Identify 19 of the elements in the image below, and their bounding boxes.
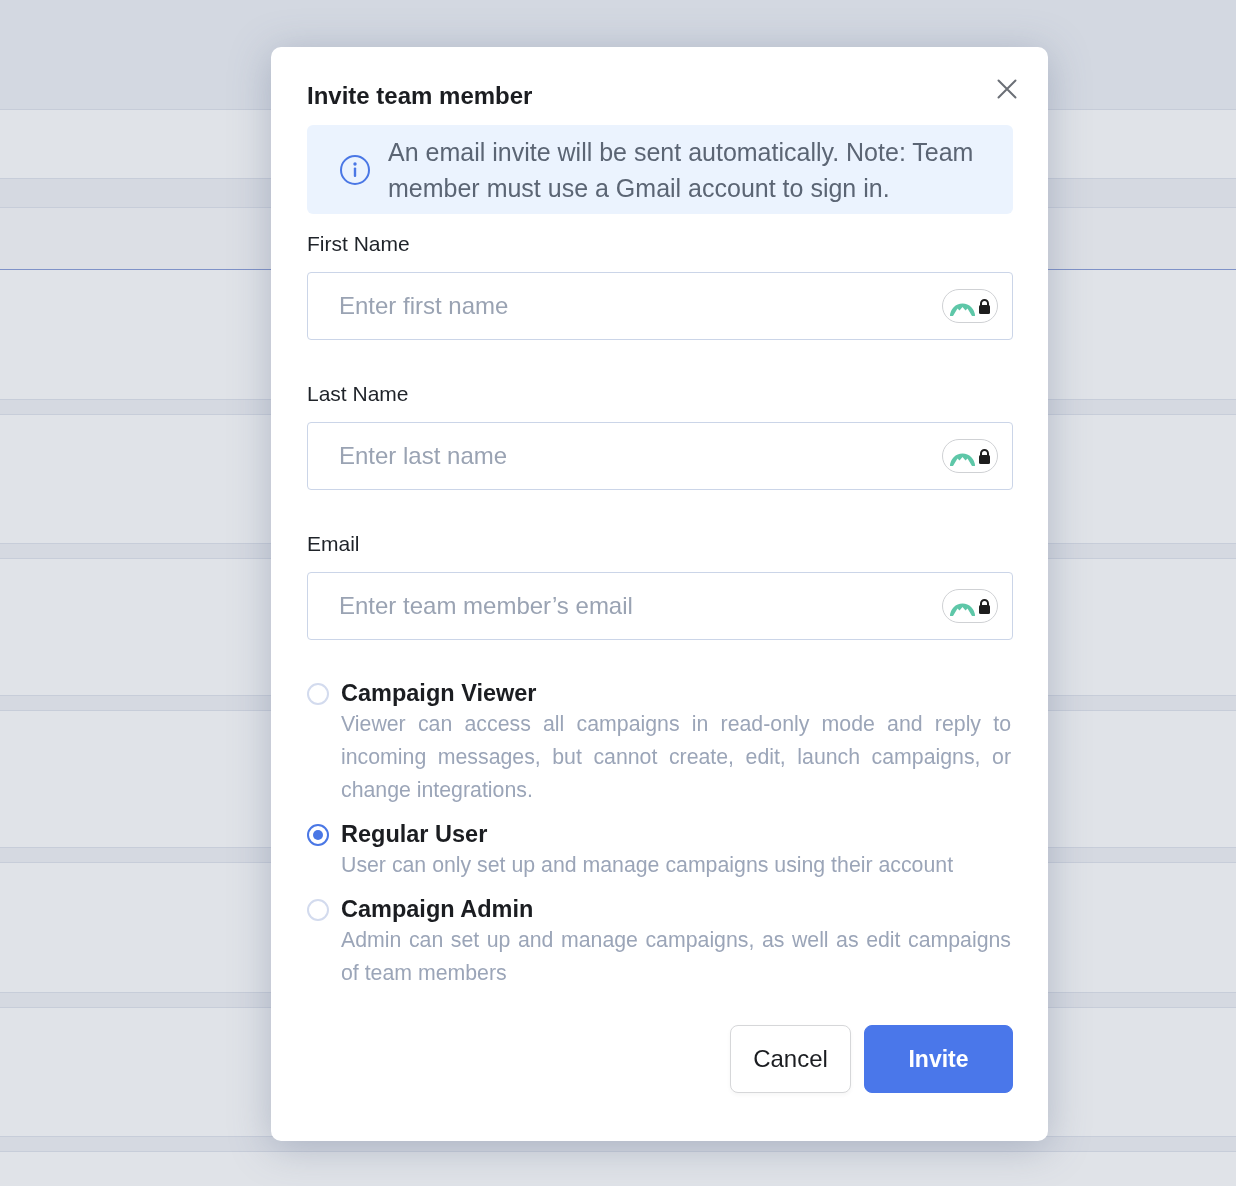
field-label: Email xyxy=(307,532,361,556)
invite-button[interactable]: Invite xyxy=(864,1025,1013,1093)
input-field[interactable]: Enter last name xyxy=(307,422,1013,490)
role-description: User can only set up and manage campaigns using their account xyxy=(341,852,955,879)
field-label: Last Name xyxy=(307,382,410,406)
cancel-button[interactable]: Cancel xyxy=(730,1025,851,1093)
input-field[interactable]: Enter team member’s email xyxy=(307,572,1013,640)
role-description: Admin can set up and manage campaigns, as well as edit campaigns of team members xyxy=(341,927,1011,987)
radio-button[interactable] xyxy=(307,824,329,846)
notice-text: An email invite will be sent automatically. Note: Team member must use a Gmail account to sign in. xyxy=(388,137,975,204)
info-icon xyxy=(340,155,370,185)
input-field[interactable]: Enter first name xyxy=(307,272,1013,340)
role-title: Campaign Admin xyxy=(341,895,535,924)
field-label: First Name xyxy=(307,232,411,256)
close-icon[interactable] xyxy=(997,79,1017,99)
role-title: Campaign Viewer xyxy=(341,679,538,708)
dialog-title: Invite team member xyxy=(307,83,533,109)
role-description: Viewer can access all campaigns in read-only mode and reply to incoming messages, but cannot create, edit, launch campaigns, or change integrations. xyxy=(341,711,1011,804)
role-title: Regular User xyxy=(341,820,489,849)
